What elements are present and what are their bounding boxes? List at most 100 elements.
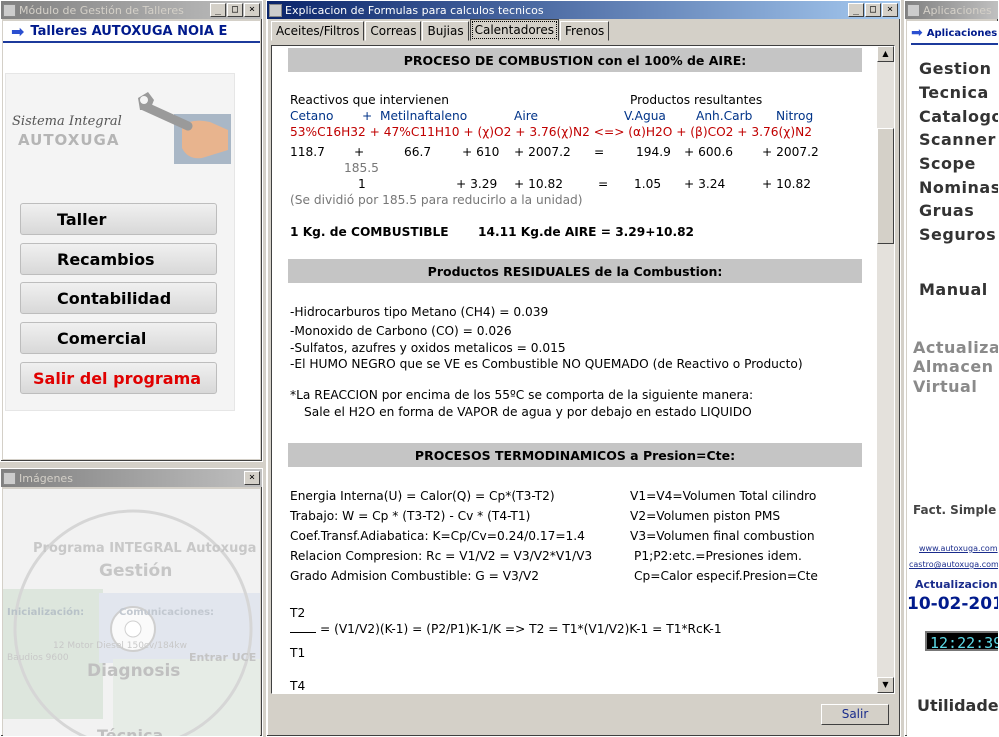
web-link[interactable]: www.autoxuga.com: [919, 544, 998, 553]
scroll-down-icon[interactable]: ▼: [877, 677, 894, 693]
formulas-titlebar[interactable]: Explicacion de Formulas para calculos te…: [267, 1, 900, 19]
residual-line: -Sulfatos, azufres y oxidos metalicos = …: [290, 341, 566, 355]
taller-button[interactable]: Taller: [20, 203, 217, 235]
unit-r6-4: 1.05: [634, 177, 662, 191]
formulas-title: Explicacion de Formulas para calculos te…: [285, 3, 544, 17]
tab-correas[interactable]: Correas: [365, 21, 422, 41]
unit-r6-0: 1: [358, 177, 366, 191]
modulo-title: Módulo de Gestión de Talleres: [19, 3, 184, 17]
utilidades-link[interactable]: Utilidades: [917, 696, 998, 715]
aplicaciones-body: ➡ Aplicaciones Gestion Tecnica Catalogo …: [907, 21, 998, 736]
section-header-combustion: PROCESO DE COMBUSTION con el 100% de AIR…: [288, 48, 862, 72]
vertical-scrollbar[interactable]: ▲ ▼: [877, 46, 894, 693]
mass-r4-8: + 2007.2: [762, 145, 819, 159]
reaction-equation-text: 53%C16H32 + 47%C11H10 + (χ)O2 + 3.76(χ)N…: [290, 125, 812, 139]
app-tecnica[interactable]: Tecnica: [919, 83, 989, 102]
scroll-up-icon[interactable]: ▲: [877, 46, 894, 62]
imagenes-titlebar[interactable]: Imágenes ×: [1, 469, 262, 487]
minimize-button[interactable]: _: [848, 3, 864, 17]
app-seguros[interactable]: Seguros: [919, 225, 996, 244]
unit-r6-1: + 3.29: [456, 177, 498, 191]
unit-r6-3: =: [598, 177, 609, 191]
section-header-residuales: Productos RESIDUALES de la Combustion:: [288, 259, 862, 283]
reaction-equation: 53%C16H32 + 47%C11H10 + (χ)O2 + 3.76(χ)N…: [290, 125, 812, 140]
aplicaciones-header: ➡ Aplicaciones: [911, 23, 998, 45]
taller-name: Talleres AUTOXUGA NOIA E: [30, 23, 228, 39]
thermo-left-line: Coef.Transf.Adiabatica: K=Cp/Cv=0.24/0.1…: [290, 529, 585, 543]
recambios-button[interactable]: Recambios: [20, 243, 217, 275]
update-date: 10-02-201: [907, 594, 998, 614]
unit-r6-5: + 3.24: [684, 177, 726, 191]
maximize-button[interactable]: □: [227, 3, 243, 17]
wrench-hand-icon: [138, 92, 231, 164]
formulas-window: Explicacion de Formulas para calculos te…: [266, 0, 901, 737]
plus-label: +: [362, 109, 373, 123]
mass-r4-5: =: [594, 145, 605, 159]
contabilidad-button[interactable]: Contabilidad: [20, 282, 217, 314]
close-button[interactable]: ×: [244, 471, 260, 485]
tab-aceites-filtros[interactable]: Aceites/Filtros: [271, 21, 365, 41]
minimize-button[interactable]: _: [210, 3, 226, 17]
mass-r4-2: 66.7: [404, 145, 432, 159]
aire-label: Aire: [514, 109, 538, 123]
thermo-left-line: Relacion Compresion: Rc = V1/V2 = V3/V2*…: [290, 549, 593, 563]
collage-title: Programa INTEGRAL Autoxuga: [33, 541, 257, 556]
tab-calentadores[interactable]: Calentadores: [469, 19, 559, 41]
close-button[interactable]: ×: [882, 3, 898, 17]
actualizar-line-1[interactable]: Actualizar: [913, 338, 998, 357]
combustible-kg: 1 Kg. de COMBUSTIBLE: [290, 225, 449, 239]
app-icon: [907, 3, 920, 17]
residual-line: -El HUMO NEGRO que se VE es Combustible …: [290, 357, 803, 371]
thermo-right-line: V2=Volumen piston PMS: [630, 509, 781, 523]
collage-entrar: Entrar UCE: [189, 651, 257, 664]
aplicaciones-header-label: Aplicaciones: [926, 27, 998, 39]
app-scanner[interactable]: Scanner: [919, 130, 996, 149]
tab-bujias[interactable]: Bujias: [422, 21, 469, 41]
scroll-thumb[interactable]: [877, 128, 894, 244]
fraction-numerator: T2: [290, 606, 306, 620]
aplicaciones-title: Aplicaciones: [923, 3, 992, 17]
mass-r4-3: + 610: [462, 145, 500, 159]
imagenes-window: Imágenes × Programa INTEGRAL Autoxuga Ge…: [0, 468, 263, 737]
salir-button[interactable]: Salir: [821, 704, 889, 725]
app-gruas[interactable]: Gruas: [919, 201, 974, 220]
tab-frenos[interactable]: Frenos: [560, 21, 610, 41]
aplicaciones-titlebar[interactable]: Aplicaciones: [905, 1, 998, 19]
modulo-header: ➡ Talleres AUTOXUGA NOIA E: [3, 21, 260, 43]
app-icon: [269, 3, 282, 17]
app-catalogo[interactable]: Catalogo: [919, 107, 998, 126]
unit-r6-2: + 10.82: [514, 177, 563, 191]
imagenes-title: Imágenes: [19, 471, 73, 485]
close-button[interactable]: ×: [244, 3, 260, 17]
maximize-button[interactable]: □: [865, 3, 881, 17]
formula-content[interactable]: PROCESO DE COMBUSTION con el 100% de AIR…: [271, 45, 895, 694]
app-nominas[interactable]: Nominas: [919, 178, 998, 197]
modulo-window: Módulo de Gestión de Talleres _ □ × ➡ Ta…: [0, 0, 263, 462]
fact-simple-link[interactable]: Fact. Simple: [913, 503, 996, 517]
imagenes-body: Programa INTEGRAL Autoxuga Gestión Inici…: [3, 489, 260, 736]
actualizar-line-2[interactable]: Almacen: [913, 357, 994, 376]
modulo-body: ➡ Talleres AUTOXUGA NOIA E Sistema Integ…: [3, 21, 260, 459]
email-link[interactable]: castro@autoxuga.com: [909, 560, 998, 569]
metilnaftaleno-label: Metilnaftaleno: [380, 109, 468, 123]
app-scope[interactable]: Scope: [919, 154, 976, 173]
tab-strip: Aceites/Filtros Correas Bujias Calentado…: [271, 19, 610, 42]
vagua-label: V.Agua: [624, 109, 666, 123]
salir-programa-button[interactable]: Salir del programa: [20, 362, 217, 394]
mass-r4-4: + 2007.2: [514, 145, 571, 159]
cetano-label: Cetano: [290, 109, 334, 123]
thermo-right-line: P1;P2:etc.=Presiones idem.: [634, 549, 802, 563]
residual-line: -Hidrocarburos tipo Metano (CH4) = 0.039: [290, 305, 549, 319]
manual-link[interactable]: Manual: [919, 280, 988, 299]
collage-diagnosis: Diagnosis: [87, 661, 181, 681]
comercial-button[interactable]: Comercial: [20, 322, 217, 354]
app-gestion[interactable]: Gestion: [919, 59, 992, 78]
digital-clock: 12:22:39: [925, 631, 998, 652]
arrow-right-icon: ➡: [11, 21, 25, 41]
section-header-termodinamicos: PROCESOS TERMODINAMICOS a Presion=Cte:: [288, 443, 862, 467]
thermo-left-line: Trabajo: W = Cp * (T3-T2) - Cv * (T4-T1): [290, 509, 531, 523]
actualizar-line-3[interactable]: Virtual: [913, 377, 977, 396]
arrow-right-icon: ➡: [911, 25, 923, 41]
last-line: T4: [290, 679, 306, 693]
modulo-titlebar[interactable]: Módulo de Gestión de Talleres _ □ ×: [1, 1, 262, 19]
